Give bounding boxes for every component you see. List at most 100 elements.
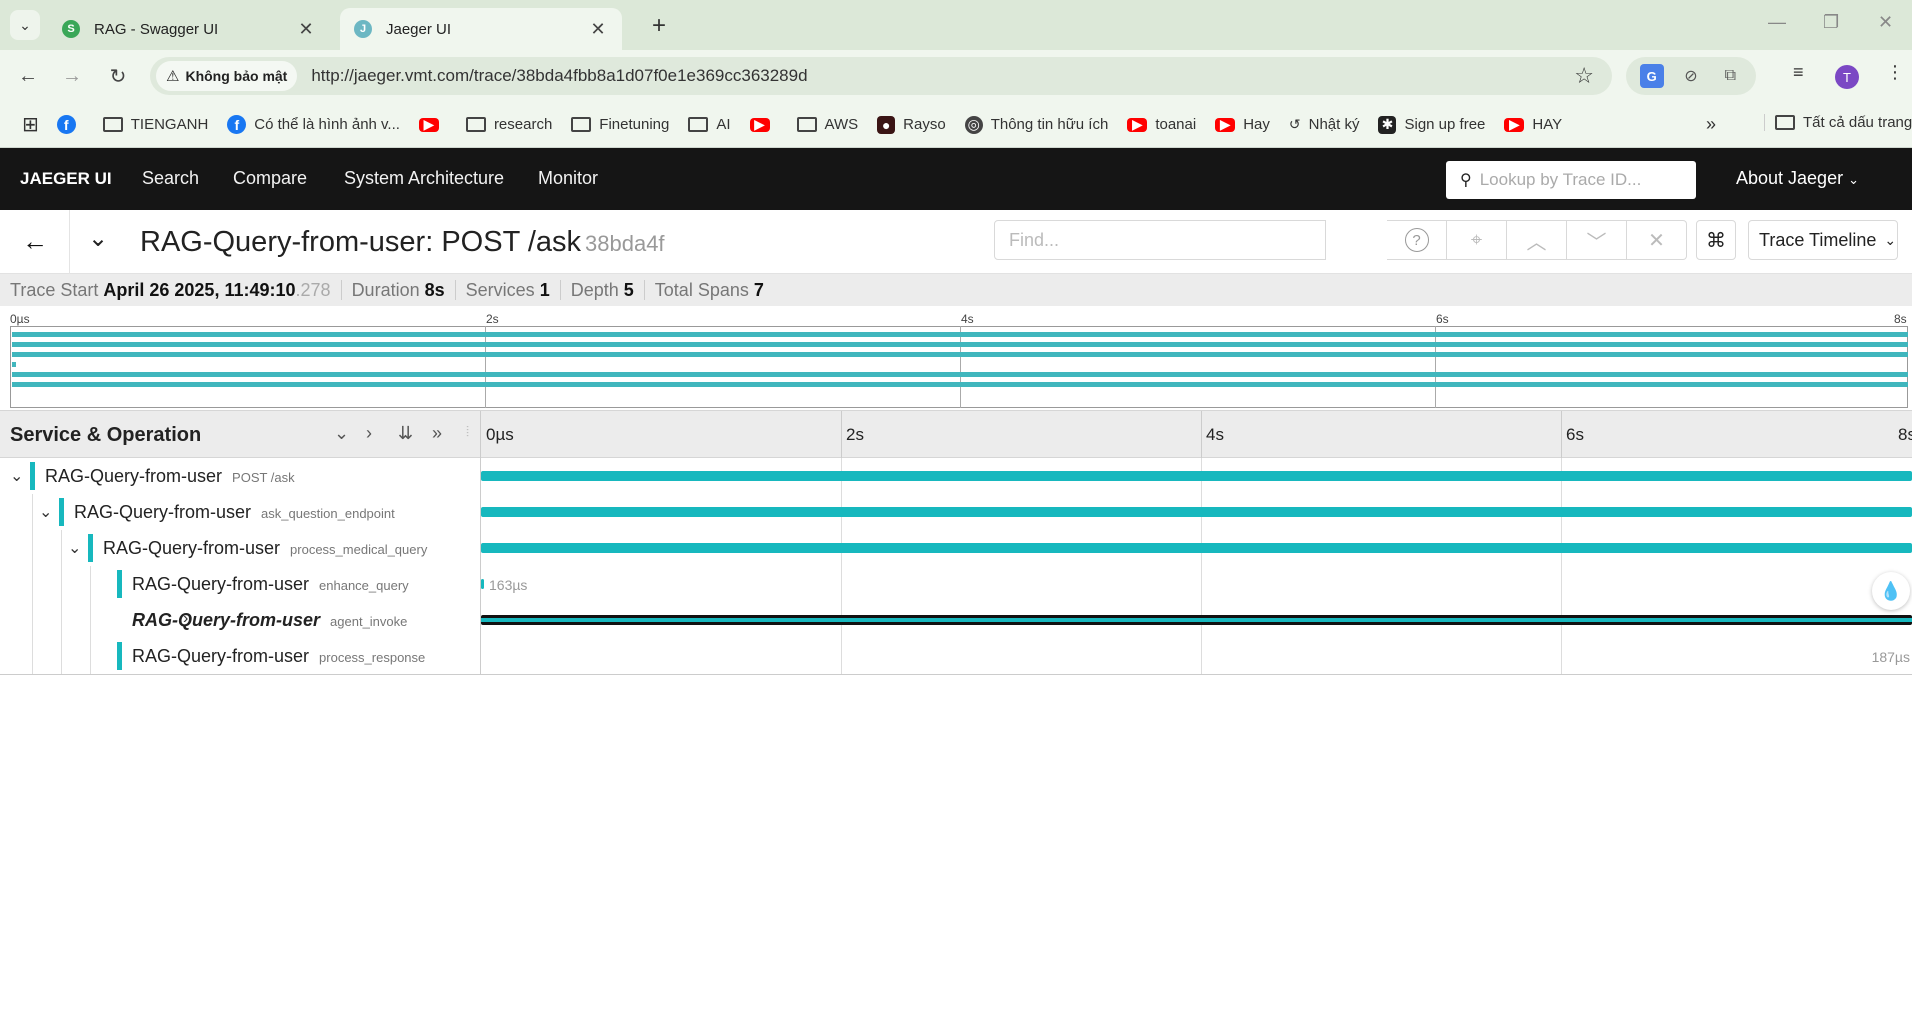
nav-system-architecture[interactable]: System Architecture: [344, 168, 504, 189]
view-mode-select[interactable]: Trace Timeline ⌄: [1748, 220, 1898, 260]
span-service-name[interactable]: RAG-Query-from-user process_response: [132, 646, 425, 667]
new-tab-button[interactable]: +: [652, 12, 666, 40]
bookmark-co-the-la[interactable]: f Có thể là hình ảnh v...: [227, 115, 400, 134]
span-name-cell[interactable]: RAG-Query-from-user process_response: [0, 638, 481, 674]
service-color-bar: [59, 498, 64, 526]
bookmark-hay-2[interactable]: ▶ HAY: [1504, 116, 1562, 133]
span-timeline-area[interactable]: [481, 602, 1912, 638]
find-help-button[interactable]: ?: [1387, 220, 1447, 260]
minimize-icon[interactable]: —: [1768, 12, 1786, 33]
find-input[interactable]: [1009, 229, 1309, 251]
span-bar[interactable]: [481, 615, 1912, 625]
bookmark-thong-tin[interactable]: ◎ Thông tin hữu ích: [964, 115, 1108, 134]
prev-match-button[interactable]: ︿: [1507, 220, 1567, 260]
span-row[interactable]: ⌄ RAG-Query-from-user POST /ask: [0, 458, 1912, 494]
close-icon[interactable]: ✕: [588, 19, 608, 40]
close-icon[interactable]: ✕: [296, 19, 316, 40]
trace-id-lookup-input[interactable]: [1479, 170, 1680, 190]
span-name-cell[interactable]: › RAG-Query-from-user agent_invoke: [0, 602, 481, 638]
timeline-gridline: [1561, 638, 1562, 674]
url-text[interactable]: http://jaeger.vmt.com/trace/38bda4fbb8a1…: [311, 66, 807, 86]
security-indicator[interactable]: ⚠ Không bảo mật: [156, 61, 298, 91]
nav-compare[interactable]: Compare: [233, 168, 307, 189]
bookmark-research[interactable]: research: [465, 116, 552, 133]
tab-jaeger[interactable]: J Jaeger UI ✕: [340, 8, 622, 50]
puzzle-extensions-icon[interactable]: ⧉: [1718, 64, 1742, 88]
bookmark-rayso[interactable]: ● Rayso: [877, 115, 946, 134]
span-timeline-area[interactable]: [481, 494, 1912, 530]
span-bar[interactable]: [481, 471, 1912, 481]
trace-minimap[interactable]: 0µs 2s 4s 6s 8s: [0, 306, 1912, 410]
span-name-cell[interactable]: RAG-Query-from-user enhance_query: [0, 566, 481, 602]
apps-grid-icon[interactable]: ⊞: [22, 112, 39, 137]
bookmark-ai[interactable]: AI: [688, 116, 731, 133]
collapse-all-icon[interactable]: ⇊: [398, 423, 413, 444]
nav-monitor[interactable]: Monitor: [538, 168, 598, 189]
floating-assistant-button[interactable]: 💧: [1872, 572, 1910, 610]
resize-handle-icon[interactable]: ⦙: [466, 423, 469, 440]
nav-search[interactable]: Search: [142, 168, 199, 189]
forward-button[interactable]: →: [58, 62, 86, 90]
bookmark-star-icon[interactable]: ☆: [1574, 63, 1594, 89]
about-jaeger-menu[interactable]: About Jaeger ⌄: [1736, 168, 1859, 189]
jaeger-brand[interactable]: JAEGER UI: [20, 169, 112, 189]
locate-button[interactable]: ⌖: [1447, 220, 1507, 260]
bookmark-facebook[interactable]: f: [56, 115, 84, 134]
tab-swagger[interactable]: S RAG - Swagger UI ✕: [48, 8, 330, 50]
span-row[interactable]: ⌄ RAG-Query-from-user process_medical_quer…: [0, 530, 1912, 566]
bookmark-finetuning[interactable]: Finetuning: [571, 116, 669, 133]
span-row[interactable]: › RAG-Query-from-user agent_invoke: [0, 602, 1912, 638]
span-bar[interactable]: [481, 543, 1912, 553]
span-name-cell[interactable]: ⌄ RAG-Query-from-user POST /ask: [0, 458, 481, 494]
back-button[interactable]: ←: [14, 62, 42, 90]
clear-find-button[interactable]: ✕: [1627, 220, 1687, 260]
tab-search-button[interactable]: ⌄: [10, 10, 40, 40]
span-bar[interactable]: [481, 579, 484, 589]
all-bookmarks[interactable]: Tất cả dấu trang: [1764, 114, 1912, 131]
more-menu-icon[interactable]: ⋮: [1886, 62, 1904, 83]
bookmark-aws[interactable]: AWS: [796, 116, 858, 133]
bookmark-nhat-ky[interactable]: ↺ Nhật ký: [1289, 116, 1360, 133]
collapse-chevron-icon[interactable]: ⌄: [88, 224, 108, 253]
span-row[interactable]: ⌄ RAG-Query-from-user ask_question_endpoin…: [0, 494, 1912, 530]
bookmark-youtube[interactable]: ▶: [418, 116, 447, 132]
keyboard-shortcuts-button[interactable]: ⌘: [1696, 220, 1736, 260]
span-timeline-area[interactable]: [481, 458, 1912, 494]
chevron-double-right-icon[interactable]: »: [1706, 114, 1716, 135]
span-timeline-area[interactable]: 163µs: [481, 566, 1912, 602]
bookmark-hay[interactable]: ▶ Hay: [1215, 116, 1270, 133]
next-match-button[interactable]: ﹀: [1567, 220, 1627, 260]
span-timeline-area[interactable]: 187µs: [481, 638, 1912, 674]
bookmark-tienganh[interactable]: TIENGANH: [102, 116, 208, 133]
back-arrow-icon[interactable]: ←: [22, 226, 48, 257]
span-service-name[interactable]: RAG-Query-from-user process_medical_query: [103, 538, 427, 559]
span-name-cell[interactable]: ⌄ RAG-Query-from-user process_medical_quer…: [0, 530, 481, 566]
restore-icon[interactable]: ❐: [1823, 12, 1839, 33]
bookmark-sign-up[interactable]: ✱ Sign up free: [1378, 115, 1485, 134]
span-service-name[interactable]: RAG-Query-from-user POST /ask: [45, 466, 295, 487]
span-timeline-area[interactable]: [481, 530, 1912, 566]
expand-one-icon[interactable]: ›: [366, 423, 372, 444]
reload-button[interactable]: ↻: [104, 62, 132, 90]
span-service-name[interactable]: RAG-Query-from-user agent_invoke: [132, 610, 407, 631]
bookmark-youtube-2[interactable]: ▶: [749, 116, 778, 132]
span-bar[interactable]: [481, 507, 1912, 517]
bookmark-toanai[interactable]: ▶ toanai: [1127, 116, 1196, 133]
span-row[interactable]: RAG-Query-from-user enhance_query 163µs: [0, 566, 1912, 602]
span-name-cell[interactable]: ⌄ RAG-Query-from-user ask_question_endpoin…: [0, 494, 481, 530]
span-row[interactable]: RAG-Query-from-user process_response 187µs: [0, 638, 1912, 674]
youtube-icon: ▶: [1504, 116, 1525, 132]
span-service-name[interactable]: RAG-Query-from-user enhance_query: [132, 574, 409, 595]
compass-extension-icon[interactable]: ⊘: [1679, 64, 1703, 88]
chevron-down-icon[interactable]: ⌄: [68, 538, 81, 558]
close-window-icon[interactable]: ✕: [1878, 12, 1893, 33]
collapse-one-icon[interactable]: ⌄: [334, 423, 349, 444]
chevron-down-icon[interactable]: ⌄: [10, 466, 23, 486]
avatar[interactable]: T: [1835, 65, 1859, 89]
media-control-icon[interactable]: ≡: [1793, 62, 1804, 83]
translate-extension-icon[interactable]: G: [1639, 64, 1664, 88]
chevron-down-icon[interactable]: ⌄: [39, 502, 52, 522]
address-bar[interactable]: ⚠ Không bảo mật http://jaeger.vmt.com/tr…: [150, 57, 1612, 95]
expand-all-icon[interactable]: »: [432, 423, 442, 444]
span-service-name[interactable]: RAG-Query-from-user ask_question_endpoint: [74, 502, 395, 523]
